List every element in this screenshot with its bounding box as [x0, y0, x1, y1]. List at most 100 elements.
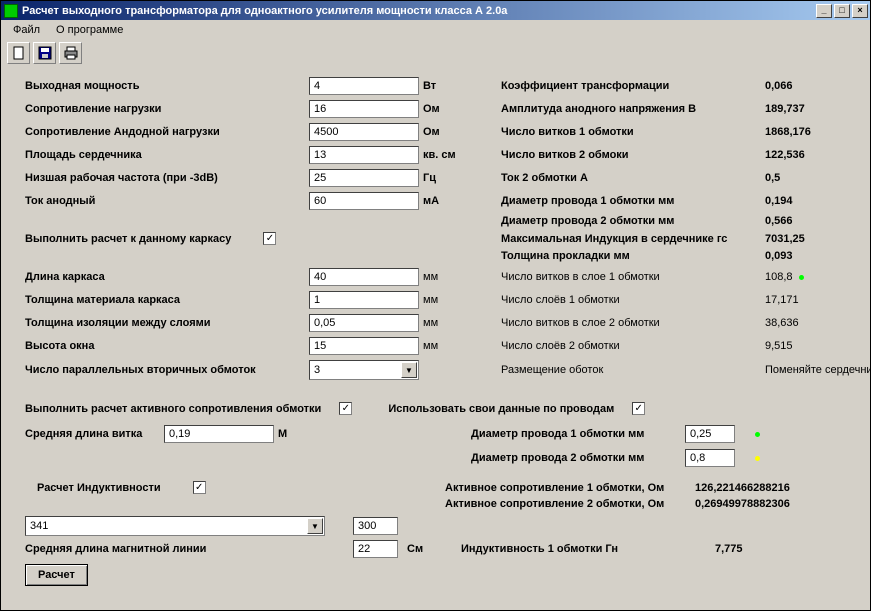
status-dot-green-icon [799, 275, 804, 280]
unit-layer-ins: мм [423, 317, 453, 329]
menu-file[interactable]: Файл [5, 22, 48, 38]
value-current2: 0,5 [765, 172, 855, 184]
value-activeR2: 0,26949978882306 [695, 498, 855, 510]
select-core-type[interactable]: 341 ▼ [25, 516, 325, 536]
value-max-induction: 7031,25 [765, 233, 855, 245]
input-anode-current[interactable] [309, 192, 419, 210]
value-wire-dia1: 0,194 [765, 195, 855, 207]
label-avg-turn: Средняя длина витка [25, 428, 160, 440]
menubar: Файл О программе [1, 20, 870, 39]
value-wire-dia2: 0,566 [765, 215, 855, 227]
unit-frame-mat: мм [423, 294, 453, 306]
value-tpl2: 38,636 [765, 317, 871, 329]
value-placement: Поменяйте сердечник [765, 364, 871, 376]
chevron-down-icon: ▼ [401, 362, 417, 378]
print-icon[interactable] [59, 42, 82, 64]
label-anode-load: Сопротивление Андодной нагрузки [25, 126, 305, 138]
label-tpl2: Число витков в слое 2 обмотки [501, 317, 761, 329]
checkbox-inductance[interactable]: ✓ [193, 481, 206, 494]
label-parallel-sec: Число параллельных вторичных обмоток [25, 364, 305, 376]
app-icon [4, 4, 18, 18]
label-frame-checkbox: Выполнить расчет к данному каркасу [25, 233, 231, 245]
value-anode-volt: 189,737 [765, 103, 855, 115]
close-button[interactable]: × [852, 4, 868, 18]
label-calc-resistance: Выполнить расчет активного сопротивления… [25, 403, 321, 415]
chevron-down-icon-2: ▼ [307, 518, 323, 534]
input-wire1-in[interactable] [685, 425, 735, 443]
input-load-res[interactable] [309, 100, 419, 118]
checkbox-frame-calc[interactable]: ✓ [263, 232, 276, 245]
select-parallel-sec-value: 3 [314, 364, 320, 376]
input-avg-turn[interactable] [164, 425, 274, 443]
input-window-height[interactable] [309, 337, 419, 355]
checkbox-calc-resistance[interactable]: ✓ [339, 402, 352, 415]
value-layers2: 9,515 [765, 340, 871, 352]
calculate-button[interactable]: Расчет [25, 564, 88, 586]
save-icon[interactable] [33, 42, 56, 64]
label-turns1: Число витков 1 обмотки [501, 126, 761, 138]
checkbox-own-wire[interactable]: ✓ [632, 402, 645, 415]
label-trans-ratio: Коэффициент трансформации [501, 80, 761, 92]
unit-anode-load: Ом [423, 126, 453, 138]
input-ind-val1[interactable] [353, 517, 398, 535]
label-output-power: Выходная мощность [25, 80, 305, 92]
page-icon [12, 46, 26, 60]
app-window: Расчет выходного трансформатора для одно… [0, 0, 871, 611]
toolbar [1, 39, 870, 67]
input-frame-length[interactable] [309, 268, 419, 286]
unit-ind-val2: См [407, 543, 457, 555]
unit-window-height: мм [423, 340, 453, 352]
floppy-icon [38, 46, 52, 60]
label-current2: Ток 2 обмотки А [501, 172, 761, 184]
value-activeR1: 126,221466288216 [695, 482, 855, 494]
label-inductance-calc: Расчет Индуктивности [37, 482, 161, 494]
label-core-area: Площадь сердечника [25, 149, 305, 161]
unit-anode-current: мА [423, 195, 453, 207]
window-title: Расчет выходного трансформатора для одно… [22, 5, 814, 17]
input-low-freq[interactable] [309, 169, 419, 187]
label-turns2: Число витков 2 обмоки [501, 149, 761, 161]
label-anode-volt: Амплитуда анодного напряжения В [501, 103, 761, 115]
label-layers2: Число слоёв 2 обмотки [501, 340, 761, 352]
value-layers1: 17,171 [765, 294, 871, 306]
minimize-button[interactable]: _ [816, 4, 832, 18]
label-layer-ins: Толщина изоляции между слоями [25, 317, 305, 329]
value-gasket: 0,093 [765, 250, 855, 262]
printer-icon [64, 46, 78, 60]
label-low-freq: Низшая рабочая частота (при -3dB) [25, 172, 305, 184]
status-dot-yellow-icon [755, 456, 760, 461]
label-inductance-result: Индуктивность 1 обмотки Гн [461, 543, 711, 555]
label-activeR1: Активное сопротивление 1 обмотки, Ом [445, 482, 695, 494]
new-file-icon[interactable] [7, 42, 30, 64]
label-wire-dia2: Диаметр провода 2 обмотки мм [501, 215, 761, 227]
menu-about[interactable]: О программе [48, 22, 131, 38]
value-tpl1: 108,8 [765, 271, 871, 283]
select-parallel-sec[interactable]: 3 ▼ [309, 360, 419, 380]
label-gasket: Толщина прокладки мм [501, 250, 761, 262]
unit-low-freq: Гц [423, 172, 453, 184]
input-frame-mat[interactable] [309, 291, 419, 309]
value-turns1: 1868,176 [765, 126, 855, 138]
label-tpl1: Число витков в слое 1 обмотки [501, 271, 761, 283]
label-max-induction: Максимальная Индукция в сердечнике гс [501, 233, 761, 245]
value-turns2: 122,536 [765, 149, 855, 161]
label-anode-current: Ток анодный [25, 195, 305, 207]
label-layers1: Число слоёв 1 обмотки [501, 294, 761, 306]
unit-load-res: Ом [423, 103, 453, 115]
input-core-area[interactable] [309, 146, 419, 164]
label-wire-dia1: Диаметр провода 1 обмотки мм [501, 195, 761, 207]
label-own-wire: Использовать свои данные по проводам [388, 403, 614, 415]
maximize-button[interactable]: □ [834, 4, 850, 18]
label-wire2-in: Диаметр провода 2 обмотки мм [471, 452, 681, 464]
unit-core-area: кв. см [423, 149, 453, 161]
input-output-power[interactable] [309, 77, 419, 95]
label-wire1-in: Диаметр провода 1 обмотки мм [471, 428, 681, 440]
label-activeR2: Активное сопротивление 2 обмотки, Ом [445, 498, 695, 510]
unit-output-power: Вт [423, 80, 453, 92]
input-ind-val2[interactable] [353, 540, 398, 558]
input-layer-ins[interactable] [309, 314, 419, 332]
input-anode-load[interactable] [309, 123, 419, 141]
select-core-type-value: 341 [30, 520, 48, 532]
input-wire2-in[interactable] [685, 449, 735, 467]
content-area: Выходная мощность Вт Коэффициент трансфо… [1, 67, 870, 610]
